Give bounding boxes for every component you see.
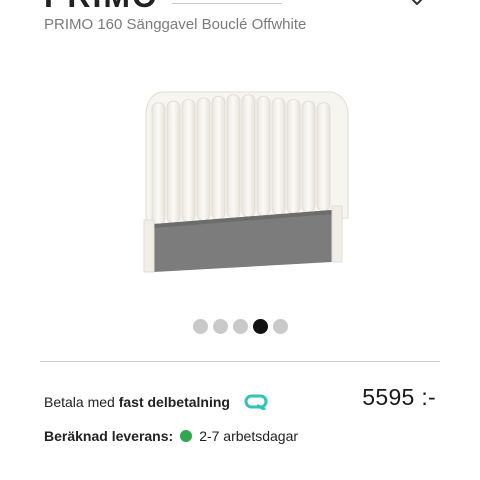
- favorite-heart-icon[interactable]: [402, 0, 432, 12]
- headboard-channel: [226, 94, 241, 219]
- carousel-dot-2[interactable]: [213, 319, 228, 334]
- delivery-time: 2-7 arbetsdagar: [199, 428, 299, 444]
- headboard-channel: [256, 95, 271, 216]
- headboard-channel: [241, 94, 256, 218]
- headboard-channel: [286, 99, 301, 214]
- product-image[interactable]: [136, 86, 350, 276]
- carousel-dots: [193, 319, 288, 334]
- headboard-channel: [301, 100, 316, 213]
- brand-logo: PRIMO: [44, 0, 159, 15]
- delivery-row: Beräknad leverans: 2-7 arbetsdagar: [44, 426, 298, 446]
- header-divider: [172, 3, 282, 4]
- headboard-channel: [271, 97, 286, 215]
- qliro-icon[interactable]: [244, 394, 270, 410]
- payment-method[interactable]: fast delbetalning: [119, 394, 230, 410]
- carousel-dot-1[interactable]: [193, 319, 208, 334]
- carousel-dot-5[interactable]: [273, 319, 288, 334]
- headboard-channel: [316, 102, 331, 212]
- headboard-illustration: [143, 91, 349, 273]
- product-price: 5595 :-: [362, 384, 436, 410]
- headboard-channel: [196, 97, 211, 221]
- carousel-dot-4[interactable]: [253, 319, 268, 334]
- headboard-channel: [181, 99, 196, 223]
- headboard-channel: [166, 100, 181, 224]
- payment-prefix: Betala med: [44, 394, 119, 410]
- carousel-dot-3[interactable]: [233, 319, 248, 334]
- delivery-label: Beräknad leverans:: [44, 428, 174, 444]
- product-title: PRIMO 160 Sänggavel Bouclé Offwhite: [44, 16, 307, 33]
- stock-status-icon: [180, 430, 193, 442]
- payment-text: Betala med fast delbetalning: [44, 394, 230, 410]
- headboard-channel: [151, 102, 166, 225]
- section-divider: [40, 361, 440, 362]
- headboard-channel: [211, 95, 226, 220]
